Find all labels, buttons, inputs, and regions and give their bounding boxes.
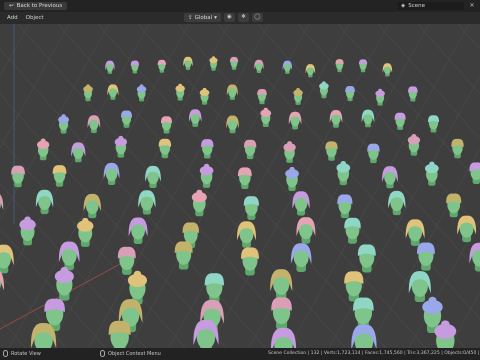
top-bar: ↩ Back to Previous ◈ Scene ✕ <box>0 0 480 12</box>
scene-icon: ◈ <box>401 3 406 9</box>
status-rotate: Rotate View <box>3 350 41 357</box>
viewport-canvas[interactable] <box>0 24 480 348</box>
status-context-label: Object Context Menu <box>108 350 161 357</box>
scene-statistics: Scene Collection | 132 | Verts:1,723,114… <box>268 351 480 356</box>
back-to-previous-label: Back to Previous <box>16 3 63 9</box>
back-arrow-icon: ↩ <box>9 3 14 9</box>
pivot-point-icon[interactable]: ◉ <box>223 13 235 22</box>
header-tools: ⇪ Global ▾ ◉ ❖ ◯ <box>184 13 263 22</box>
mouse-right-icon <box>100 350 105 357</box>
3d-viewport[interactable] <box>0 24 480 348</box>
viewport-background <box>0 24 480 348</box>
scene-name: Scene <box>408 3 426 9</box>
mouse-left-icon <box>3 350 8 357</box>
snap-icon[interactable]: ❖ <box>237 13 249 22</box>
transform-orientation-icon: ⇪ <box>188 14 193 21</box>
chevron-down-icon: ▾ <box>214 14 217 21</box>
proportional-editing-icon[interactable]: ◯ <box>251 13 263 22</box>
menu-object[interactable]: Object <box>22 15 48 21</box>
back-to-previous-button[interactable]: ↩ Back to Previous <box>4 2 68 10</box>
transform-orientation-label: Global <box>194 14 213 21</box>
transform-orientation-dropdown[interactable]: ⇪ Global ▾ <box>184 13 221 22</box>
status-rotate-label: Rotate View <box>11 350 41 357</box>
status-context: Object Context Menu <box>100 350 161 357</box>
status-bar: Rotate View Object Context Menu Scene Co… <box>0 348 480 360</box>
close-icon[interactable]: ✕ <box>468 2 476 10</box>
scene-selector[interactable]: ◈ Scene <box>398 2 464 10</box>
menu-add[interactable]: Add <box>3 15 22 21</box>
